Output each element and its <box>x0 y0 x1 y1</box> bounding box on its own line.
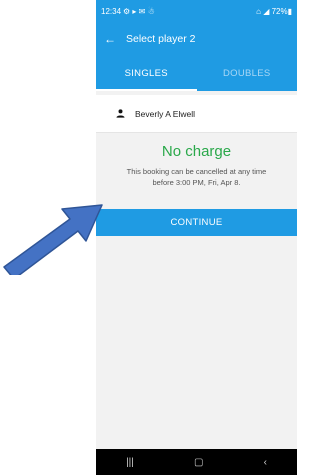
phone-screen: 12:34 ⚙ ▸ ✉ ☃ ⌂ ◢ 72%▮ ← Select player 2… <box>96 0 297 475</box>
tab-singles[interactable]: SINGLES <box>96 55 197 91</box>
player-name: Beverly A Elwell <box>135 108 195 119</box>
continue-button[interactable]: CONTINUE <box>96 209 297 236</box>
notification-icons: ⚙ ▸ ✉ ☃ <box>123 6 155 16</box>
status-bar: 12:34 ⚙ ▸ ✉ ☃ ⌂ ◢ 72%▮ <box>96 0 297 22</box>
person-icon <box>116 109 125 118</box>
tab-bar: SINGLES DOUBLES <box>96 55 297 91</box>
charge-summary: No charge This booking can be cancelled … <box>96 133 297 188</box>
tab-doubles[interactable]: DOUBLES <box>197 55 298 91</box>
annotation-arrow-icon <box>3 204 103 275</box>
back-arrow-icon[interactable]: ← <box>104 33 116 45</box>
cancellation-note: This booking can be cancelled at any tim… <box>96 166 297 188</box>
status-time: 12:34 <box>101 6 122 16</box>
player-row[interactable]: Beverly A Elwell <box>96 95 297 133</box>
system-nav-bar: ||| ▢ ‹ <box>96 449 297 475</box>
app-bar: ← Select player 2 <box>96 22 297 55</box>
cancellation-note-line1: This booking can be cancelled at any tim… <box>126 167 267 176</box>
charge-title: No charge <box>161 143 232 160</box>
recents-icon[interactable]: ||| <box>126 457 134 468</box>
cancellation-note-line2: before 3:00 PM, Fri, Apr 8. <box>152 178 241 187</box>
page-title: Select player 2 <box>126 32 196 45</box>
battery-indicator: ⌂ ◢ 72%▮ <box>256 6 292 16</box>
home-icon[interactable]: ▢ <box>194 457 203 468</box>
back-icon[interactable]: ‹ <box>264 457 267 468</box>
